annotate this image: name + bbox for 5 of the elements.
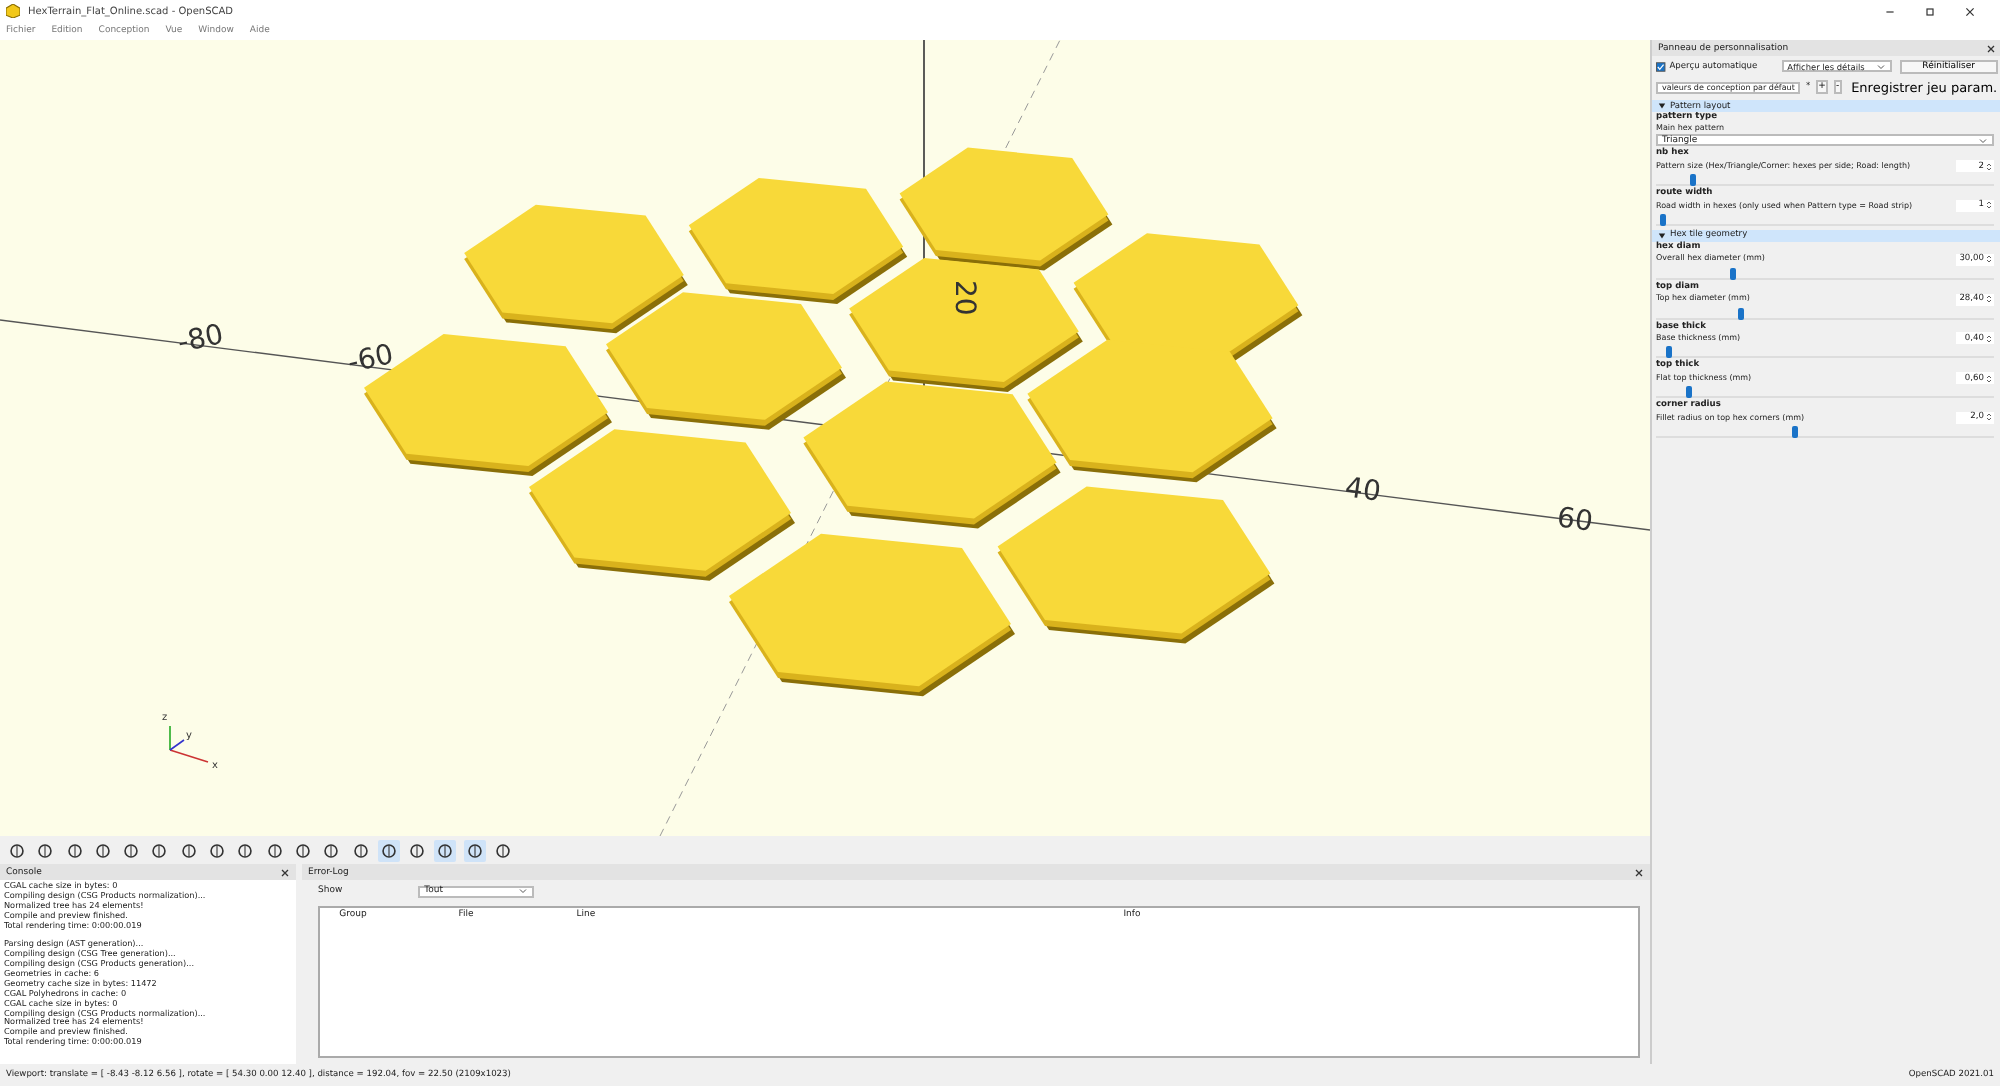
axis-tick-label: -60 [345,339,397,380]
axis-tick-label: 40 [1342,472,1383,509]
axis-tick-label: 60 [1554,502,1595,539]
axis-tick-label: -80 [175,319,227,360]
axis-tick-label: 20 [948,280,980,316]
